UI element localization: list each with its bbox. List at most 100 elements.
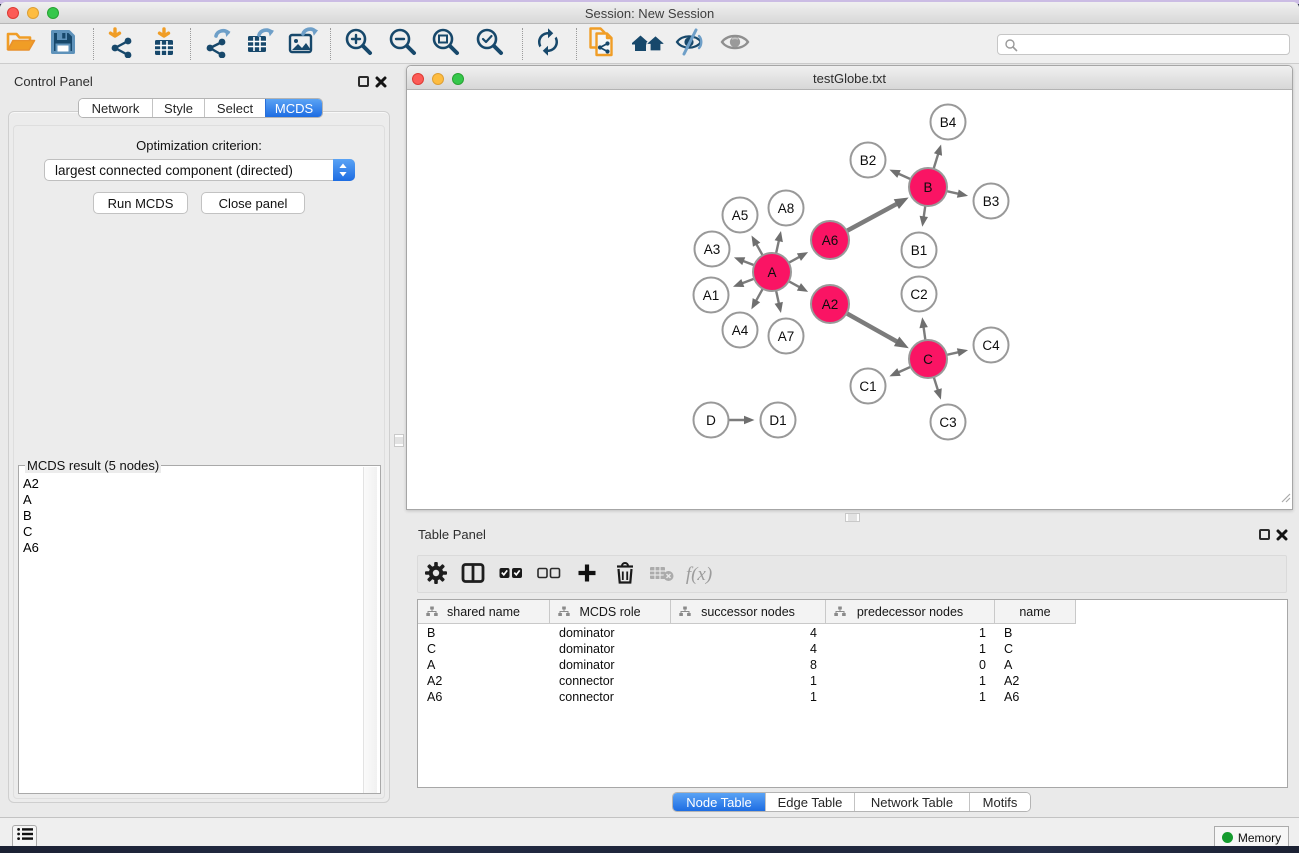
mcds-result-item[interactable]: B bbox=[23, 508, 39, 524]
add-column-button[interactable] bbox=[570, 560, 604, 590]
window-resize-grip-icon[interactable] bbox=[1279, 490, 1291, 508]
tab-style[interactable]: Style bbox=[152, 99, 204, 117]
column-header-name[interactable]: name bbox=[995, 600, 1076, 623]
column-header-successor-nodes[interactable]: successor nodes bbox=[671, 600, 826, 623]
control-panel-close-icon[interactable] bbox=[375, 75, 387, 93]
mcds-result-list[interactable]: A2ABCA6 bbox=[23, 476, 39, 556]
function-builder-button[interactable]: f(x) bbox=[682, 560, 716, 590]
network-window-titlebar[interactable]: testGlobe.txt bbox=[407, 66, 1292, 90]
select-all-checkboxes-button[interactable] bbox=[494, 560, 528, 590]
table-cell[interactable]: dominator bbox=[559, 657, 671, 673]
node-table[interactable]: shared nameMCDS rolesuccessor nodesprede… bbox=[417, 599, 1288, 788]
horizontal-splitter-grip[interactable] bbox=[846, 514, 859, 521]
import-network-button[interactable] bbox=[104, 29, 138, 59]
eye-icon bbox=[718, 27, 752, 62]
export-image-button[interactable] bbox=[286, 29, 320, 59]
delete-table-button[interactable] bbox=[645, 560, 679, 590]
table-cell[interactable]: 0 bbox=[826, 657, 986, 673]
table-cell[interactable]: 4 bbox=[671, 625, 817, 641]
show-columns-button[interactable] bbox=[456, 560, 490, 590]
run-mcds-button[interactable]: Run MCDS bbox=[93, 192, 188, 214]
show-selected-button[interactable] bbox=[718, 29, 752, 59]
open-session-button[interactable] bbox=[587, 29, 621, 59]
table-cell[interactable]: A2 bbox=[427, 673, 550, 689]
table-cell[interactable]: connector bbox=[559, 689, 671, 705]
graph-edge-arrowhead bbox=[797, 252, 808, 261]
eye-slash-icon bbox=[674, 27, 708, 62]
mcds-result-item[interactable]: A bbox=[23, 492, 39, 508]
tab-edge-table[interactable]: Edge Table bbox=[765, 793, 854, 811]
table-cell[interactable]: A6 bbox=[427, 689, 550, 705]
search-input[interactable] bbox=[997, 34, 1290, 55]
graph-edge-arrowhead bbox=[957, 189, 968, 197]
application-window: Session: New Session bbox=[0, 2, 1299, 846]
column-header-MCDS-role[interactable]: MCDS role bbox=[550, 600, 671, 623]
tab-node-table[interactable]: Node Table bbox=[673, 793, 765, 811]
graph-node-label: A bbox=[767, 265, 776, 280]
table-panel-float-icon[interactable] bbox=[1259, 529, 1270, 540]
export-network-button[interactable] bbox=[202, 29, 236, 59]
hide-selected-button[interactable] bbox=[674, 29, 708, 59]
mcds-result-scrollbar[interactable] bbox=[363, 467, 377, 793]
tab-network[interactable]: Network bbox=[79, 99, 152, 117]
table-cell[interactable]: 4 bbox=[671, 641, 817, 657]
table-cell[interactable]: 1 bbox=[826, 641, 986, 657]
table-cell[interactable]: 1 bbox=[826, 673, 986, 689]
save-session-button[interactable] bbox=[46, 29, 80, 59]
refresh-button[interactable] bbox=[531, 29, 565, 59]
table-cell[interactable]: dominator bbox=[559, 625, 671, 641]
graph-edge-arrowhead bbox=[775, 302, 783, 313]
table-cell[interactable]: 1 bbox=[671, 673, 817, 689]
memory-button[interactable]: Memory bbox=[1214, 826, 1289, 846]
open-file-button[interactable] bbox=[3, 29, 37, 59]
zoom-out-button[interactable] bbox=[386, 29, 420, 59]
deselect-all-checkboxes-button[interactable] bbox=[532, 560, 566, 590]
table-cell[interactable]: A6 bbox=[1004, 689, 1076, 705]
mcds-result-item[interactable]: C bbox=[23, 524, 39, 540]
graph-node-label: A6 bbox=[822, 233, 839, 248]
table-cell[interactable]: A bbox=[1004, 657, 1076, 673]
close-panel-button[interactable]: Close panel bbox=[201, 192, 305, 214]
zoom-selected-button[interactable] bbox=[473, 29, 507, 59]
mcds-result-item[interactable]: A6 bbox=[23, 540, 39, 556]
table-cell[interactable]: C bbox=[427, 641, 550, 657]
table-panel-close-icon[interactable] bbox=[1276, 528, 1288, 546]
optimization-criterion-label: Optimization criterion: bbox=[0, 138, 398, 153]
table-cell[interactable]: B bbox=[1004, 625, 1076, 641]
column-header-predecessor-nodes[interactable]: predecessor nodes bbox=[826, 600, 995, 623]
delete-columns-button[interactable] bbox=[608, 560, 642, 590]
control-panel-float-icon[interactable] bbox=[358, 76, 369, 87]
mcds-result-item[interactable]: A2 bbox=[23, 476, 39, 492]
tab-motifs[interactable]: Motifs bbox=[969, 793, 1030, 811]
table-cell[interactable]: B bbox=[427, 625, 550, 641]
tab-network-table[interactable]: Network Table bbox=[854, 793, 969, 811]
shared-column-icon bbox=[679, 606, 691, 617]
export-table-button[interactable] bbox=[243, 29, 277, 59]
table-cell[interactable]: connector bbox=[559, 673, 671, 689]
table-cell[interactable]: 1 bbox=[671, 689, 817, 705]
zoom-fit-icon bbox=[430, 26, 462, 63]
table-cell[interactable]: 1 bbox=[826, 689, 986, 705]
table-cell[interactable]: C bbox=[1004, 641, 1076, 657]
table-cell[interactable]: 8 bbox=[671, 657, 817, 673]
tab-select[interactable]: Select bbox=[204, 99, 265, 117]
network-graph-canvas[interactable]: B4B2BB3A8A5A6A3B1AC2A1A2A4A7C4CC1C3DD1 bbox=[407, 90, 1292, 511]
trash-icon bbox=[614, 561, 636, 590]
table-toolbar: f(x) bbox=[417, 555, 1287, 593]
zoom-fit-button[interactable] bbox=[429, 29, 463, 59]
zoom-in-button[interactable] bbox=[342, 29, 376, 59]
table-cell[interactable]: 1 bbox=[826, 625, 986, 641]
task-history-button[interactable] bbox=[12, 825, 37, 846]
show-all-networks-button[interactable] bbox=[631, 29, 665, 59]
table-cell[interactable]: A bbox=[427, 657, 550, 673]
table-cell[interactable]: A2 bbox=[1004, 673, 1076, 689]
graph-node-label: B2 bbox=[860, 153, 877, 168]
tab-mcds[interactable]: MCDS bbox=[265, 99, 322, 117]
import-table-button[interactable] bbox=[147, 29, 181, 59]
graph-node-label: C bbox=[923, 352, 933, 367]
table-cell[interactable]: dominator bbox=[559, 641, 671, 657]
column-header-shared-name[interactable]: shared name bbox=[418, 600, 550, 623]
vertical-splitter-grip[interactable] bbox=[395, 435, 403, 446]
table-options-button[interactable] bbox=[419, 560, 453, 590]
criterion-dropdown[interactable]: largest connected component (directed) bbox=[44, 159, 355, 181]
